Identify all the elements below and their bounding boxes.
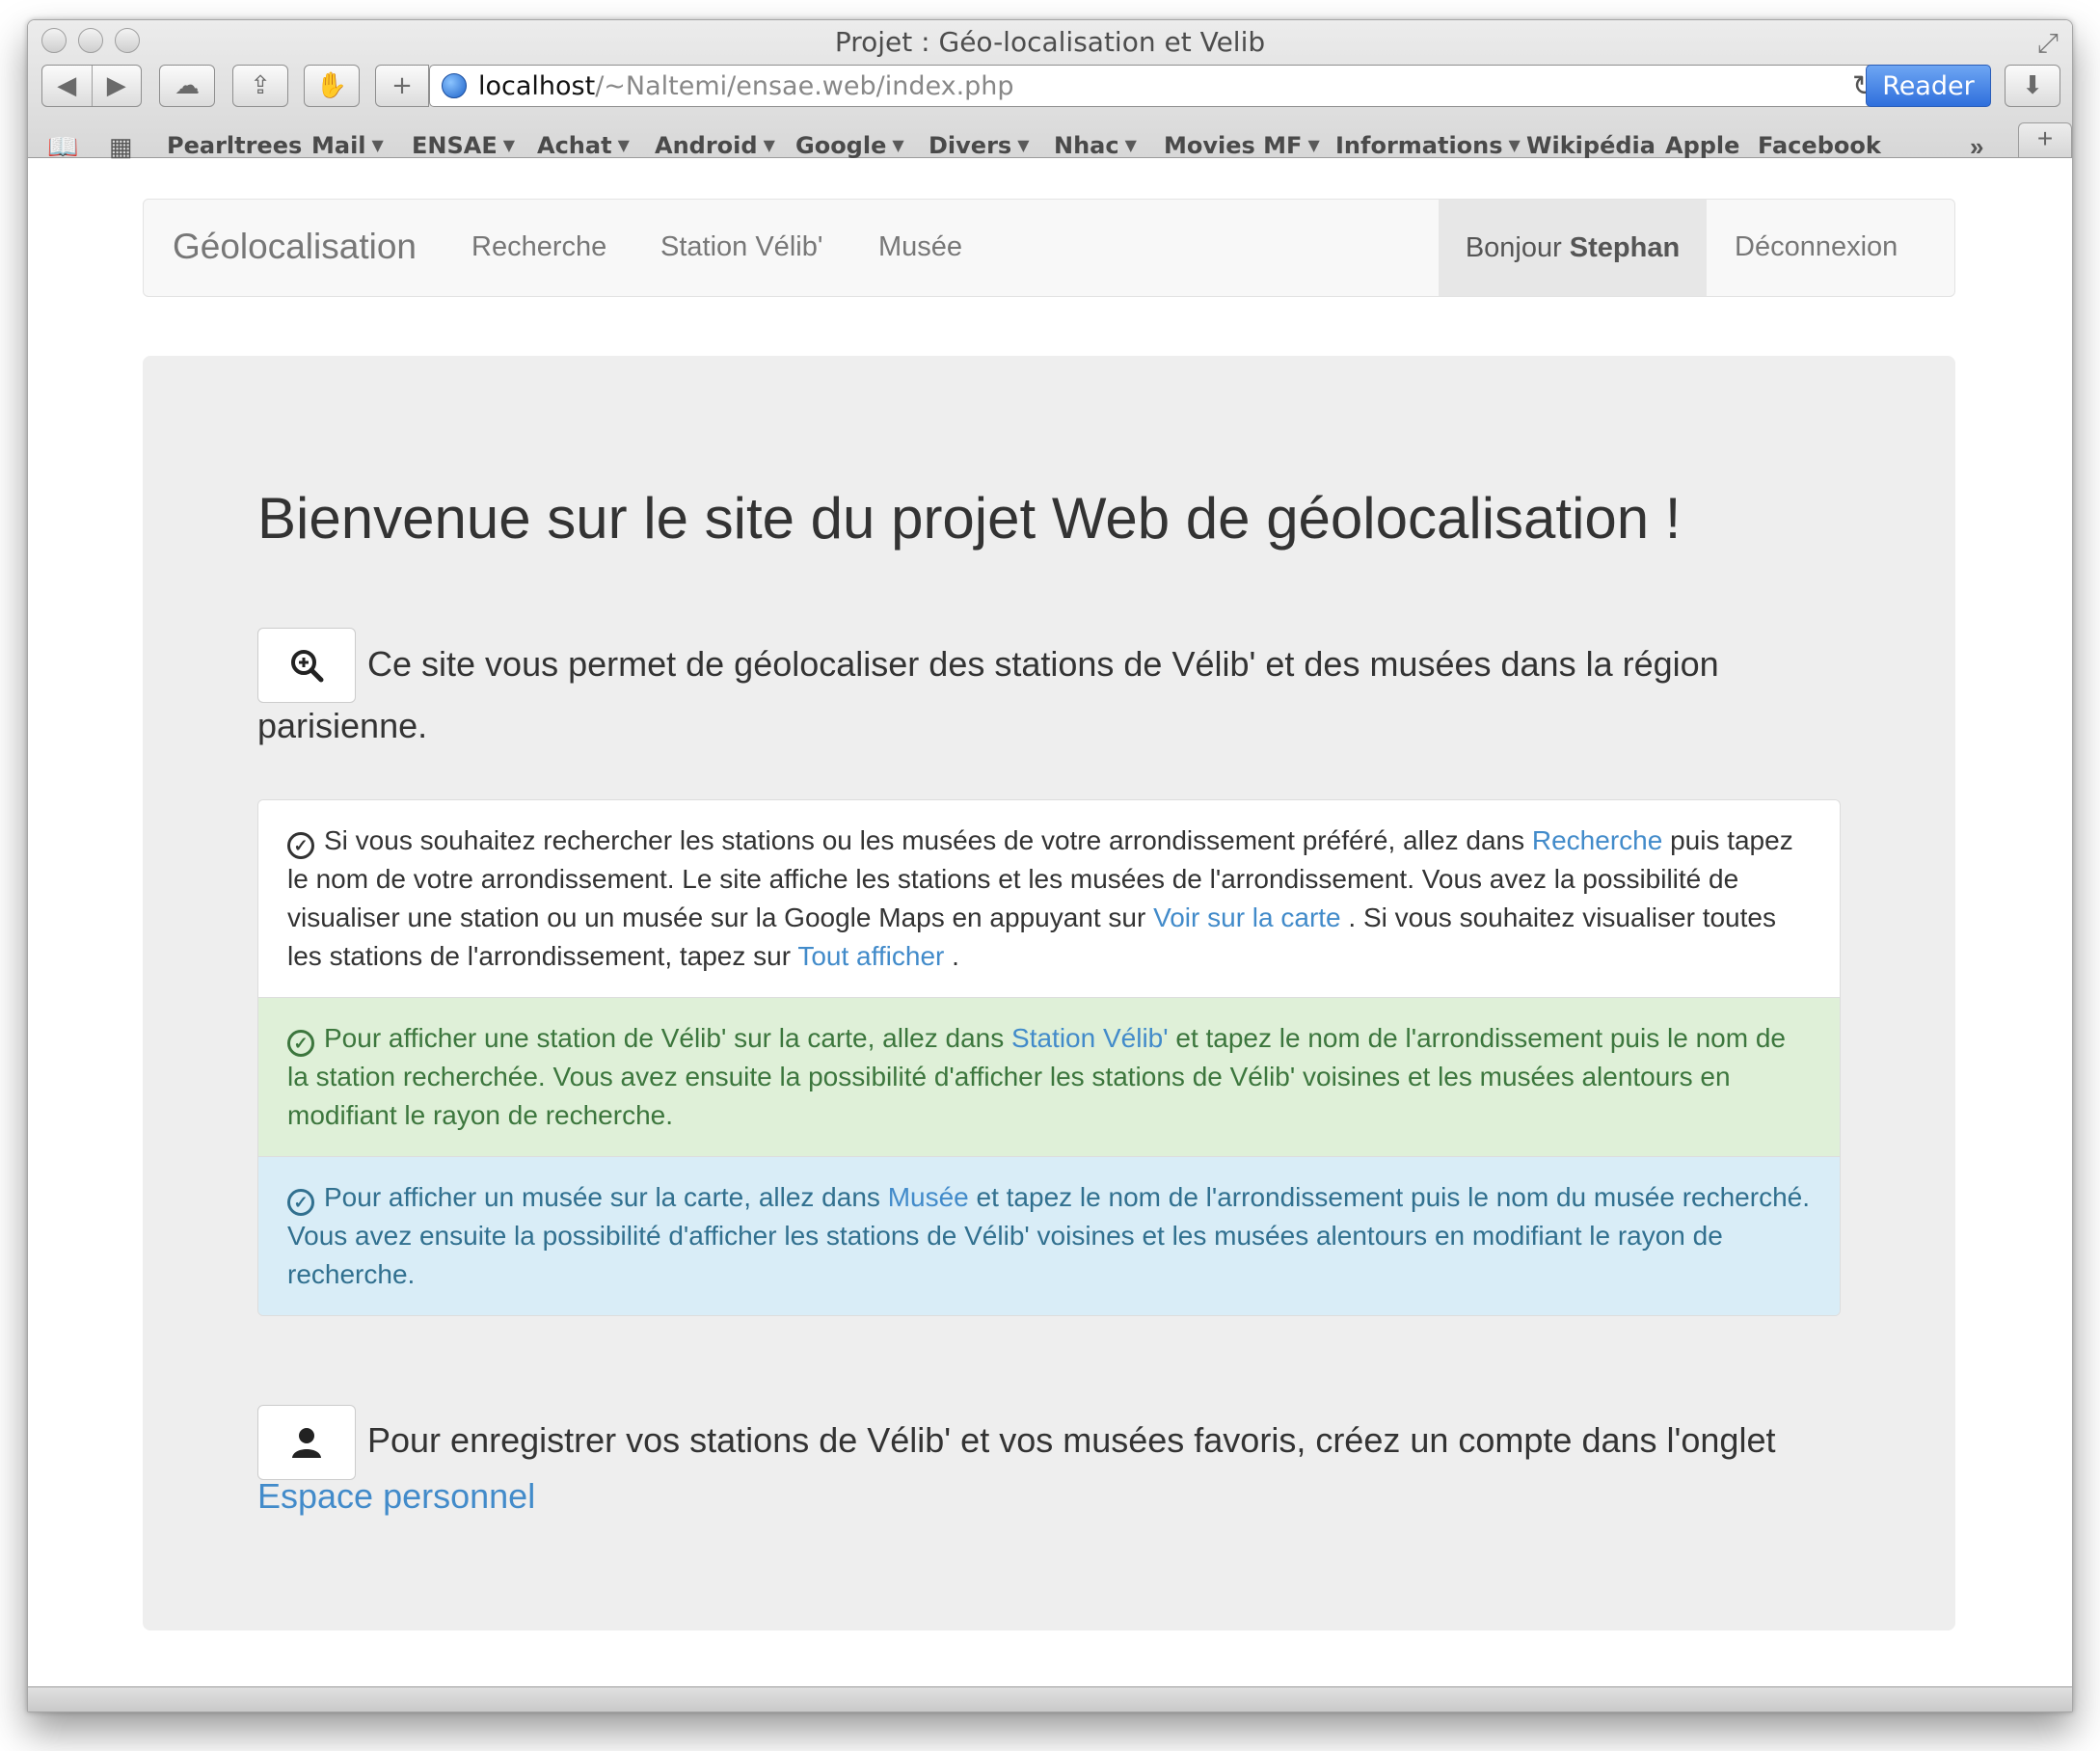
ok-circle-icon: ✓ <box>287 1030 314 1057</box>
overflow-icon[interactable]: » <box>1970 132 1983 162</box>
search-icon-box <box>257 628 356 703</box>
voir-sur-la-carte-link[interactable]: Voir sur la carte <box>1153 902 1341 932</box>
zoom-in-icon <box>291 650 324 683</box>
bookmark-android[interactable]: Android ▼ <box>655 132 775 159</box>
chevron-down-icon: ▼ <box>371 136 384 154</box>
bookmark-nhac[interactable]: Nhac ▼ <box>1054 132 1137 159</box>
chevron-down-icon: ▼ <box>1508 136 1521 154</box>
user-icon-box <box>257 1405 356 1480</box>
chevron-down-icon: ▼ <box>502 136 516 154</box>
reader-button[interactable]: Reader <box>1866 65 1991 107</box>
chevron-down-icon: ▼ <box>1124 136 1137 154</box>
chevron-down-icon: ▼ <box>892 136 904 154</box>
intro-line-2: parisienne. <box>257 706 428 745</box>
user-icon <box>292 1428 321 1458</box>
musee-link[interactable]: Musée <box>888 1182 969 1212</box>
nav-link-station-velib[interactable]: Station Vélib' <box>660 231 822 263</box>
station-velib-link[interactable]: Station Vélib' <box>1011 1023 1169 1053</box>
recherche-link[interactable]: Recherche <box>1532 825 1662 855</box>
logout-link[interactable]: Déconnexion <box>1735 231 1898 263</box>
list-item: ✓ Pour afficher un musée sur la carte, al… <box>258 1156 1840 1315</box>
window-title: Projet : Géo-localisation et Velib <box>834 26 1266 58</box>
bookmark-wikipedia[interactable]: Wikipédia <box>1526 132 1656 159</box>
fullscreen-icon[interactable]: ⤢ <box>2037 28 2059 60</box>
top-sites-icon[interactable]: ▦ <box>109 132 133 162</box>
chevron-down-icon: ▼ <box>1307 136 1320 154</box>
bookmark-movies-mf[interactable]: Movies MF ▼ <box>1164 132 1320 159</box>
bookmarks-bar: 📖 ▦ Pearltrees Mail ▼ ENSAE ▼ Achat ▼ Andro… <box>28 132 2072 162</box>
jumbotron: Bienvenue sur le site du projet Web de g… <box>143 356 1955 1630</box>
nav-user-greeting[interactable]: Bonjour Stephan <box>1439 200 1707 296</box>
bookmark-mail[interactable]: Mail ▼ <box>311 132 384 159</box>
nav-link-musee[interactable]: Musée <box>878 231 962 263</box>
icloud-icon[interactable]: ☁ <box>159 65 215 107</box>
reading-list-icon[interactable]: 📖 <box>47 132 78 162</box>
status-bar <box>28 1686 2072 1711</box>
url-text[interactable]: localhost/~Naltemi/ensae.web/index.php <box>478 71 1014 101</box>
page-title: Bienvenue sur le site du projet Web de g… <box>257 486 1682 551</box>
browser-toolbar: Projet : Géo-localisation et Velib ⤢ ◀ ▶… <box>28 20 2072 162</box>
globe-icon <box>442 73 467 98</box>
bookmark-facebook[interactable]: Facebook <box>1758 132 1881 159</box>
browser-window: Projet : Géo-localisation et Velib ⤢ ◀ ▶… <box>27 19 2073 1712</box>
username: Stephan <box>1569 231 1681 263</box>
list-item: ✓ Si vous souhaitez rechercher les statio… <box>258 800 1840 997</box>
add-icon[interactable]: + <box>375 65 429 107</box>
back-forward-buttons: ◀ ▶ <box>41 65 142 107</box>
bookmark-pearltrees[interactable]: Pearltrees <box>167 132 302 159</box>
web-page: Géolocalisation Recherche Station Vélib'… <box>28 159 2072 1688</box>
chevron-down-icon: ▼ <box>1017 136 1030 154</box>
greeting-text: Bonjour <box>1465 231 1562 263</box>
chevron-down-icon: ▼ <box>617 136 630 154</box>
new-tab-icon[interactable]: + <box>2018 122 2072 157</box>
site-navbar: Géolocalisation Recherche Station Vélib'… <box>143 199 1955 297</box>
account-text: Pour enregistrer vos stations de Vélib' … <box>367 1420 1776 1460</box>
ok-circle-icon: ✓ <box>287 1189 314 1216</box>
bookmark-apple[interactable]: Apple <box>1665 132 1739 159</box>
instructions-list: ✓ Si vous souhaitez rechercher les statio… <box>257 799 1841 1316</box>
address-bar[interactable]: localhost/~Naltemi/ensae.web/index.php ↻ <box>429 65 1891 107</box>
block-icon[interactable]: ✋ <box>304 65 360 107</box>
list-item: ✓ Pour afficher une station de Vélib' sur… <box>258 997 1840 1156</box>
tout-afficher-link[interactable]: Tout afficher <box>797 941 944 971</box>
bookmark-google[interactable]: Google ▼ <box>795 132 904 159</box>
ok-circle-icon: ✓ <box>287 832 314 859</box>
forward-icon[interactable]: ▶ <box>91 66 142 106</box>
bookmark-informations[interactable]: Informations ▼ <box>1335 132 1521 159</box>
download-icon[interactable]: ⬇ <box>2005 65 2060 107</box>
chevron-down-icon: ▼ <box>763 136 775 154</box>
navbar-brand[interactable]: Géolocalisation <box>173 227 417 267</box>
intro-line-1: Ce site vous permet de géolocaliser des … <box>367 644 1719 684</box>
bookmark-achat[interactable]: Achat ▼ <box>537 132 630 159</box>
bookmark-ensae[interactable]: ENSAE ▼ <box>412 132 515 159</box>
back-icon[interactable]: ◀ <box>42 66 92 106</box>
share-icon[interactable]: ⇪ <box>232 65 288 107</box>
nav-link-recherche[interactable]: Recherche <box>471 231 606 263</box>
bookmark-divers[interactable]: Divers ▼ <box>929 132 1030 159</box>
espace-personnel-link[interactable]: Espace personnel <box>257 1476 535 1517</box>
